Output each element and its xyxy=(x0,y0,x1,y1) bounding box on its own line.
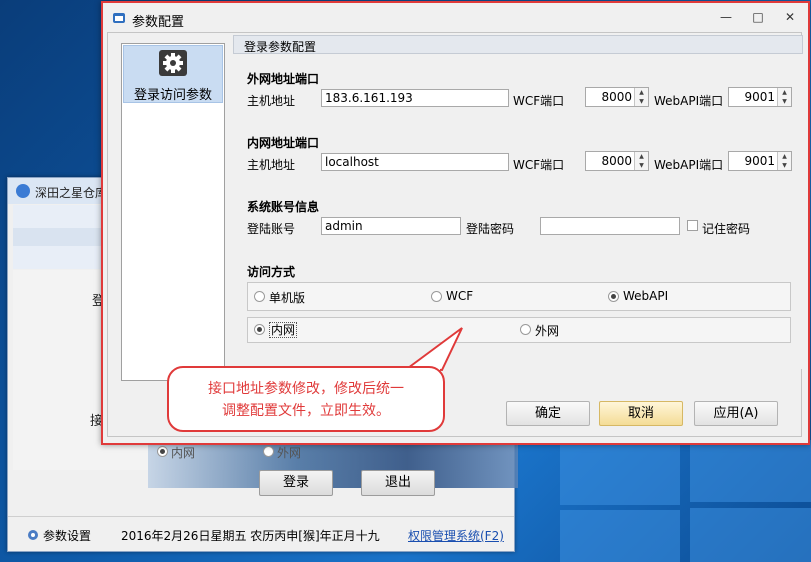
nav-panel: 登录访问参数 xyxy=(121,43,225,381)
internal-wcf-port-value: 8000 xyxy=(601,154,632,168)
internal-webapi-label: WebAPI端口 xyxy=(654,158,724,172)
app-globe-icon xyxy=(16,184,30,198)
gear-icon xyxy=(159,50,187,76)
nav-item-label: 登录访问参数 xyxy=(133,88,212,103)
radio-standalone[interactable] xyxy=(254,291,265,302)
internal-host-input[interactable]: localhost xyxy=(321,153,509,171)
dialog-titlebar[interactable]: 参数配置 — □ ✕ xyxy=(103,3,808,32)
desktop-logo-pane xyxy=(690,508,811,562)
internal-section-title: 内网地址端口 xyxy=(247,136,320,150)
panel-header: 登录参数配置 xyxy=(233,35,803,54)
external-webapi-port-value: 9001 xyxy=(744,90,775,104)
bg-radio-internet[interactable] xyxy=(263,446,274,457)
bg-radio-intranet-label: 内网 xyxy=(171,446,196,460)
background-window-title: 深田之星仓库 xyxy=(35,186,108,200)
external-wcf-label: WCF端口 xyxy=(513,94,565,108)
decorative-brush-stroke xyxy=(148,444,518,488)
bg-radio-internet-label: 外网 xyxy=(277,446,302,460)
nav-item-login-params[interactable]: 登录访问参数 xyxy=(123,45,223,103)
status-bar: 参数设置 2016年2月26日星期五 农历丙申[猴]年正月十九 权限管理系统(F… xyxy=(8,516,514,551)
maximize-button[interactable]: □ xyxy=(749,10,767,24)
desktop-logo-pane xyxy=(690,440,811,502)
external-wcf-port-value: 8000 xyxy=(601,90,632,104)
username-input[interactable]: admin xyxy=(321,217,461,235)
close-button[interactable]: ✕ xyxy=(781,10,799,24)
remember-password-label: 记住密码 xyxy=(702,222,751,236)
settings-gear-icon xyxy=(28,530,38,540)
minimize-button[interactable]: — xyxy=(717,10,735,24)
access-section-title: 访问方式 xyxy=(247,265,296,279)
network-radio-group: 内网 外网 xyxy=(247,317,791,343)
internal-webapi-port-value: 9001 xyxy=(744,154,775,168)
spin-arrows-icon[interactable]: ▲ ▼ xyxy=(634,152,648,170)
login-button[interactable]: 登录 xyxy=(259,470,333,496)
desktop-logo-pane xyxy=(560,445,680,505)
external-host-label: 主机地址 xyxy=(247,94,296,108)
callout-line-1: 接口地址参数修改，修改后统一 xyxy=(208,381,404,397)
radio-wcf[interactable] xyxy=(431,291,442,302)
mode-radio-group: 单机版 WCF WebAPI xyxy=(247,282,791,311)
internal-host-label: 主机地址 xyxy=(247,158,296,172)
radio-intranet-label: 内网 xyxy=(269,322,298,338)
radio-wcf-label: WCF xyxy=(446,289,474,303)
spin-arrows-icon[interactable]: ▲ ▼ xyxy=(777,88,791,106)
radio-standalone-label: 单机版 xyxy=(269,291,306,305)
radio-webapi-label: WebAPI xyxy=(623,289,669,303)
desktop-logo-pane xyxy=(560,510,680,562)
internal-wcf-label: WCF端口 xyxy=(513,158,565,172)
dialog-title: 参数配置 xyxy=(132,15,185,30)
external-wcf-port-stepper[interactable]: 8000 ▲ ▼ xyxy=(585,87,649,107)
internal-webapi-port-stepper[interactable]: 9001 ▲ ▼ xyxy=(728,151,792,171)
callout-annotation: 接口地址参数修改，修改后统一 调整配置文件，立即生效。 xyxy=(167,366,445,432)
settings-link[interactable]: 参数设置 xyxy=(43,527,91,544)
internal-wcf-port-stepper[interactable]: 8000 ▲ ▼ xyxy=(585,151,649,171)
admin-system-link[interactable]: 权限管理系统(F2) xyxy=(408,527,504,544)
apply-button[interactable]: 应用(A) xyxy=(694,401,778,426)
spin-arrows-icon[interactable]: ▲ ▼ xyxy=(634,88,648,106)
radio-internet[interactable] xyxy=(520,324,531,335)
panel-header-text: 登录参数配置 xyxy=(244,40,317,54)
username-label: 登陆账号 xyxy=(247,222,296,236)
external-section-title: 外网地址端口 xyxy=(247,72,320,86)
password-label: 登陆密码 xyxy=(466,222,515,236)
ok-button[interactable]: 确定 xyxy=(506,401,590,426)
callout-line-2: 调整配置文件，立即生效。 xyxy=(222,403,390,419)
external-host-input[interactable]: 183.6.161.193 xyxy=(321,89,509,107)
exit-button[interactable]: 退出 xyxy=(361,470,435,496)
callout-text: 接口地址参数修改，修改后统一 调整配置文件，立即生效。 xyxy=(179,378,433,422)
radio-internet-label: 外网 xyxy=(535,324,560,338)
remember-password-checkbox[interactable] xyxy=(687,220,698,231)
radio-intranet[interactable] xyxy=(254,324,265,335)
bg-radio-intranet[interactable] xyxy=(157,446,168,457)
radio-webapi[interactable] xyxy=(608,291,619,302)
settings-panel: 登录参数配置 外网地址端口 主机地址 183.6.161.193 WCF端口 8… xyxy=(233,35,803,369)
cancel-button[interactable]: 取消 xyxy=(599,401,683,426)
password-input[interactable] xyxy=(540,217,680,235)
external-webapi-port-stepper[interactable]: 9001 ▲ ▼ xyxy=(728,87,792,107)
app-icon xyxy=(113,13,125,23)
external-webapi-label: WebAPI端口 xyxy=(654,94,724,108)
spin-arrows-icon[interactable]: ▲ ▼ xyxy=(777,152,791,170)
account-section-title: 系统账号信息 xyxy=(247,200,320,214)
status-date: 2016年2月26日星期五 农历丙申[猴]年正月十九 xyxy=(121,529,380,543)
